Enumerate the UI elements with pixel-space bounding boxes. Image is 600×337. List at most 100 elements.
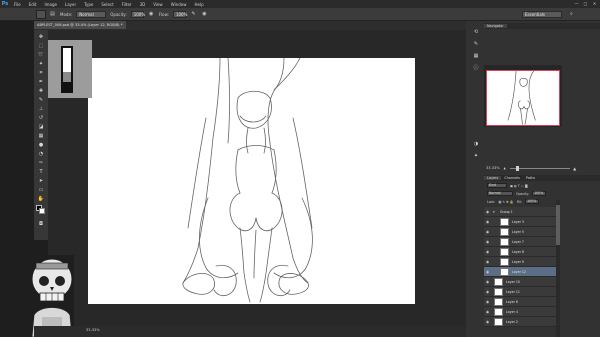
quick-select-tool-icon[interactable]: ✦ <box>37 60 45 67</box>
background-color-swatch[interactable] <box>39 208 45 214</box>
menu-filter[interactable]: Filter <box>118 2 136 7</box>
lock-icons[interactable]: ▦ ✎ ✥ 🔒 <box>498 200 513 204</box>
layer-row-group[interactable]: ◉ ▾ Group 1 <box>484 207 558 217</box>
visibility-eye-icon[interactable]: ◉ <box>486 310 489 314</box>
healing-tool-icon[interactable]: ✚ <box>37 87 45 94</box>
photoshop-logo: Ps <box>1 1 9 7</box>
pen-tool-icon[interactable]: ✑ <box>37 159 45 166</box>
tool-preset-icon[interactable] <box>36 10 46 19</box>
layer-fill-field[interactable]: 100% <box>525 199 540 204</box>
layers-scroll-thumb[interactable] <box>556 205 560 245</box>
tab-paths[interactable]: Paths <box>523 176 538 180</box>
minimize-button[interactable]: — <box>574 1 579 6</box>
lasso-tool-icon[interactable]: ➰ <box>37 51 45 58</box>
swatches-panel-icon[interactable]: ▦ <box>472 52 480 60</box>
menu-layer[interactable]: Layer <box>61 2 80 7</box>
status-zoom[interactable]: 33.33% <box>86 328 100 332</box>
eraser-tool-icon[interactable]: ◪ <box>37 123 45 130</box>
menu-3d[interactable]: 3D <box>136 2 150 7</box>
crop-tool-icon[interactable]: ⌗ <box>37 69 45 76</box>
navigator-zoom-slider[interactable] <box>509 165 570 171</box>
mode-select[interactable]: Normal <box>76 10 107 18</box>
visibility-eye-icon[interactable]: ◉ <box>486 280 489 284</box>
layer-row[interactable]: ◉ Layer 2 <box>484 317 558 327</box>
layer-row[interactable]: ◉ Layer 8 <box>484 247 558 257</box>
pressure-opacity-icon[interactable]: ◉ <box>148 11 155 18</box>
visibility-eye-icon[interactable]: ◉ <box>486 220 489 224</box>
stamp-tool-icon[interactable]: ⊥ <box>37 105 45 112</box>
visibility-eye-icon[interactable]: ◉ <box>486 270 489 274</box>
menu-help[interactable]: Help <box>190 2 207 7</box>
sketch-drawing <box>182 58 313 303</box>
menu-image[interactable]: Image <box>40 2 61 7</box>
menu-file[interactable]: File <box>10 2 25 7</box>
navigator-zoom-value[interactable]: 33.33% <box>486 166 500 170</box>
pressure-size-icon[interactable]: ◉ <box>201 11 208 18</box>
visibility-eye-icon[interactable]: ◉ <box>486 300 489 304</box>
marquee-tool-icon[interactable]: ⬚ <box>37 42 45 49</box>
document-tab[interactable]: ABPLEST_006.psd @ 33.4% (Layer 12, RGB/8… <box>34 21 126 29</box>
visibility-eye-icon[interactable]: ◉ <box>486 240 489 244</box>
opacity-field[interactable]: 100% <box>130 10 145 18</box>
path-select-tool-icon[interactable]: ➤ <box>37 177 45 184</box>
zoom-slider-knob[interactable] <box>515 165 519 171</box>
search-icon[interactable]: ⌕ <box>570 11 577 18</box>
gradient-tool-icon[interactable]: ▦ <box>37 132 45 139</box>
group-expand-icon[interactable]: ▾ <box>493 210 495 214</box>
filter-icons[interactable]: ▣ ◐ T ▭ ◙ <box>510 184 528 188</box>
shape-tool-icon[interactable]: ▭ <box>37 186 45 193</box>
tab-channels[interactable]: Channels <box>501 176 523 180</box>
close-button[interactable]: ✕ <box>592 1 597 6</box>
layer-thumbnail <box>494 308 503 316</box>
visibility-eye-icon[interactable]: ◉ <box>486 210 489 214</box>
quick-mask-icon[interactable]: ◘ <box>37 220 45 227</box>
layer-row[interactable]: ◉ Layer 7 <box>484 237 558 247</box>
zoom-out-icon[interactable]: ▲ <box>503 166 507 170</box>
layer-row[interactable]: ◉ Layer 5 <box>484 227 558 237</box>
adjustments-panel-icon[interactable]: ◑ <box>472 140 480 148</box>
type-tool-icon[interactable]: T <box>37 168 45 175</box>
navigator-viewbox[interactable] <box>486 70 560 126</box>
maximize-button[interactable]: □ <box>583 1 588 6</box>
menu-type[interactable]: Type <box>80 2 97 7</box>
zoom-in-icon[interactable]: ▲ <box>573 166 577 171</box>
layer-row[interactable]: ◉ Layer 3 <box>484 217 558 227</box>
move-tool-icon[interactable]: ✥ <box>37 33 45 40</box>
tab-layers[interactable]: Layers <box>484 176 502 180</box>
layer-row-selected[interactable]: ◉ Layer 12 <box>484 267 558 277</box>
menu-edit[interactable]: Edit <box>25 2 41 7</box>
brush-panel-icon[interactable]: ✎ <box>472 40 480 48</box>
flow-field[interactable]: 100% <box>172 10 187 18</box>
layer-name: Layer 9 <box>512 260 524 264</box>
history-brush-tool-icon[interactable]: ↺ <box>37 114 45 121</box>
workspace-select[interactable]: Essentials <box>522 11 562 18</box>
layer-row[interactable]: ◉ Layer 10 <box>484 277 558 287</box>
visibility-eye-icon[interactable]: ◉ <box>486 290 489 294</box>
menu-window[interactable]: Window <box>167 2 191 7</box>
layer-blend-mode[interactable]: Normal <box>487 191 513 196</box>
layer-row[interactable]: ◉ Layer 4 <box>484 307 558 317</box>
visibility-eye-icon[interactable]: ◉ <box>486 230 489 234</box>
visibility-eye-icon[interactable]: ◉ <box>486 320 489 324</box>
history-panel-icon[interactable]: ⟲ <box>472 28 480 36</box>
airbrush-icon[interactable]: ✎ <box>190 11 197 18</box>
blur-tool-icon[interactable]: ● <box>37 141 45 148</box>
brush-tool-icon[interactable]: ✎ <box>37 96 45 103</box>
dodge-tool-icon[interactable]: ◔ <box>37 150 45 157</box>
layer-opacity-field[interactable]: 100% <box>532 191 547 196</box>
visibility-eye-icon[interactable]: ◉ <box>486 250 489 254</box>
tab-navigator[interactable]: Navigator <box>484 24 507 28</box>
layer-row[interactable]: ◉ Layer 9 <box>484 257 558 267</box>
brush-panel-icon[interactable]: ▤ <box>49 11 56 18</box>
styles-panel-icon[interactable]: ✦ <box>472 152 480 160</box>
menu-select[interactable]: Select <box>97 2 117 7</box>
layer-row[interactable]: ◉ Layer 6 <box>484 297 558 307</box>
visibility-eye-icon[interactable]: ◉ <box>486 260 489 264</box>
hand-tool-icon[interactable]: ✋ <box>37 195 45 202</box>
info-panel-icon[interactable]: ⓘ <box>472 64 480 72</box>
layer-kind-filter[interactable]: Kind <box>487 183 507 188</box>
layer-thumbnail <box>500 238 509 246</box>
layer-row[interactable]: ◉ Layer 11 <box>484 287 558 297</box>
menu-view[interactable]: View <box>149 2 167 7</box>
eyedropper-tool-icon[interactable]: ✒ <box>37 78 45 85</box>
